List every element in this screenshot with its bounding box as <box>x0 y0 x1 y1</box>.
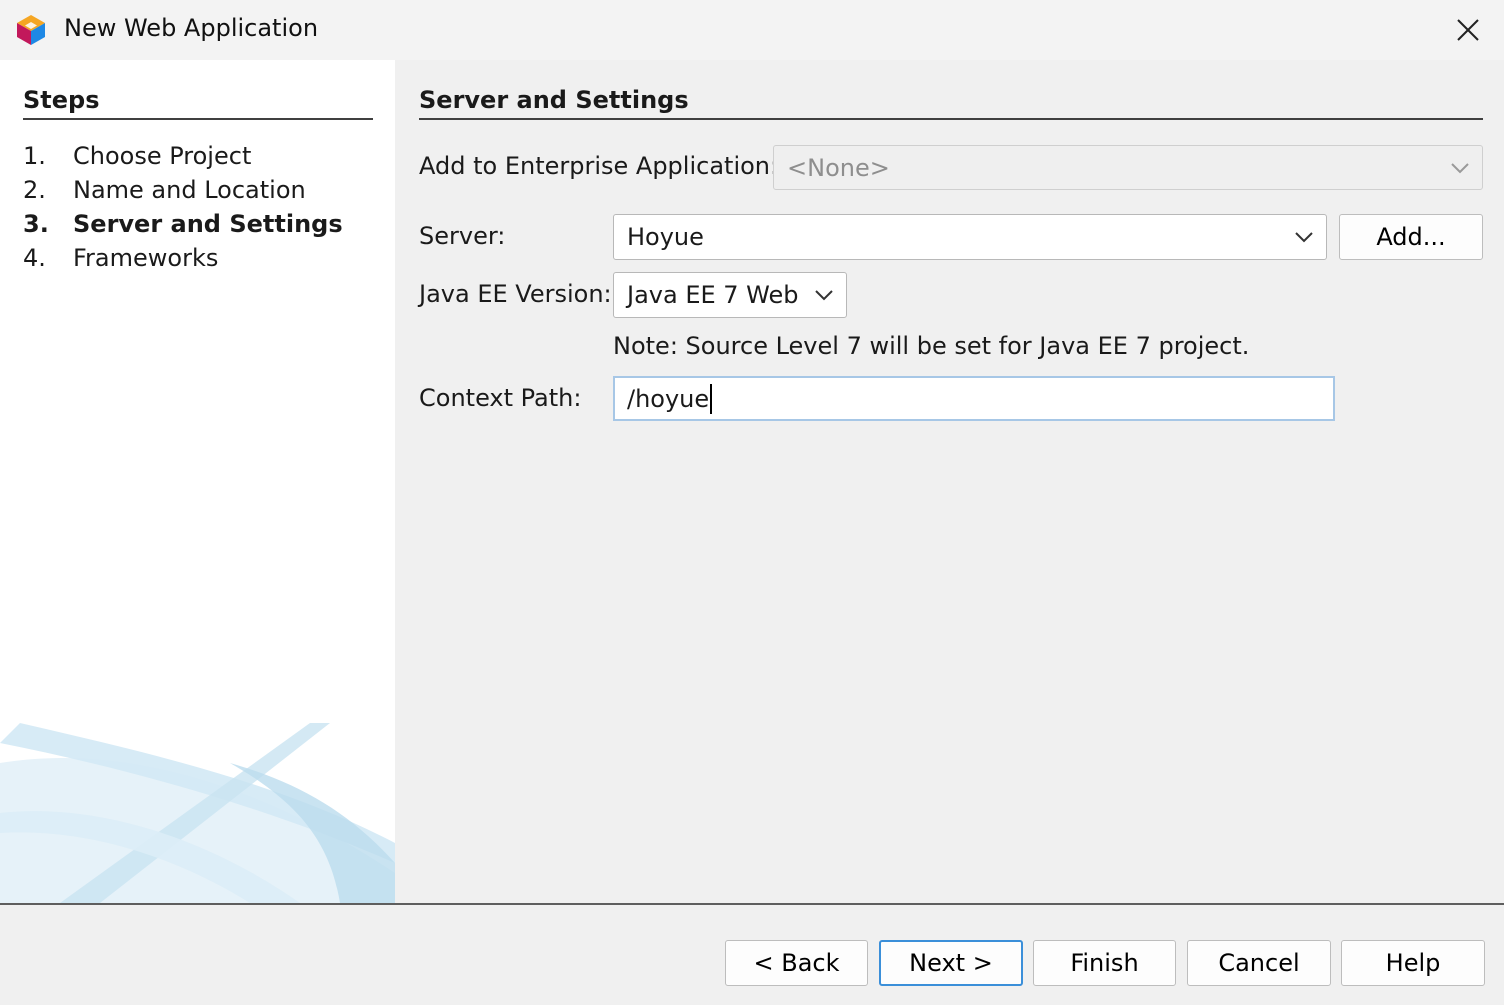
title-bar: New Web Application <box>0 0 1504 60</box>
context-path-input[interactable]: /hoyue <box>613 376 1335 421</box>
enterprise-app-select: <None> <box>773 145 1483 190</box>
step-name-and-location: 2. Name and Location <box>23 176 306 204</box>
javaee-version-select[interactable]: Java EE 7 Web <box>613 272 847 318</box>
close-icon <box>1457 19 1479 41</box>
chevron-down-icon <box>815 290 833 301</box>
help-button[interactable]: Help <box>1341 940 1485 986</box>
step-label: Frameworks <box>73 244 219 272</box>
window-title: New Web Application <box>64 14 319 42</box>
step-label: Name and Location <box>73 176 306 204</box>
step-choose-project: 1. Choose Project <box>23 142 251 170</box>
next-button[interactable]: Next > <box>879 940 1023 986</box>
enterprise-app-label: Add to Enterprise Application: <box>419 152 779 180</box>
text-caret <box>710 383 713 414</box>
server-label: Server: <box>419 222 506 250</box>
step-frameworks: 4. Frameworks <box>23 244 218 272</box>
step-number: 4. <box>23 244 46 272</box>
source-level-note: Note: Source Level 7 will be set for Jav… <box>613 332 1250 360</box>
decorative-swoosh-image <box>0 723 395 903</box>
server-select[interactable]: Hoyue <box>613 214 1327 260</box>
steps-heading: Steps <box>23 86 100 114</box>
step-server-and-settings: 3. Server and Settings <box>23 210 343 238</box>
step-number: 3. <box>23 210 49 238</box>
server-value: Hoyue <box>627 223 704 251</box>
step-number: 1. <box>23 142 46 170</box>
add-server-button[interactable]: Add... <box>1339 214 1483 260</box>
content-divider <box>419 118 1483 120</box>
close-button[interactable] <box>1450 12 1486 48</box>
step-number: 2. <box>23 176 46 204</box>
chevron-down-icon <box>1451 162 1469 173</box>
footer-divider <box>0 903 1504 905</box>
steps-panel: Steps 1. Choose Project 2. Name and Locati… <box>0 60 395 903</box>
step-label: Server and Settings <box>73 210 343 238</box>
step-label: Choose Project <box>73 142 252 170</box>
chevron-down-icon <box>1295 232 1313 243</box>
content-heading: Server and Settings <box>419 86 689 114</box>
cancel-button[interactable]: Cancel <box>1187 940 1331 986</box>
steps-divider <box>23 118 373 120</box>
context-path-value: /hoyue <box>627 384 710 413</box>
netbeans-cube-icon <box>17 15 45 45</box>
finish-button[interactable]: Finish <box>1033 940 1176 986</box>
back-button[interactable]: < Back <box>725 940 868 986</box>
javaee-version-value: Java EE 7 Web <box>627 281 799 309</box>
enterprise-app-value: <None> <box>787 153 890 182</box>
javaee-version-label: Java EE Version: <box>419 280 612 308</box>
context-path-label: Context Path: <box>419 384 582 412</box>
